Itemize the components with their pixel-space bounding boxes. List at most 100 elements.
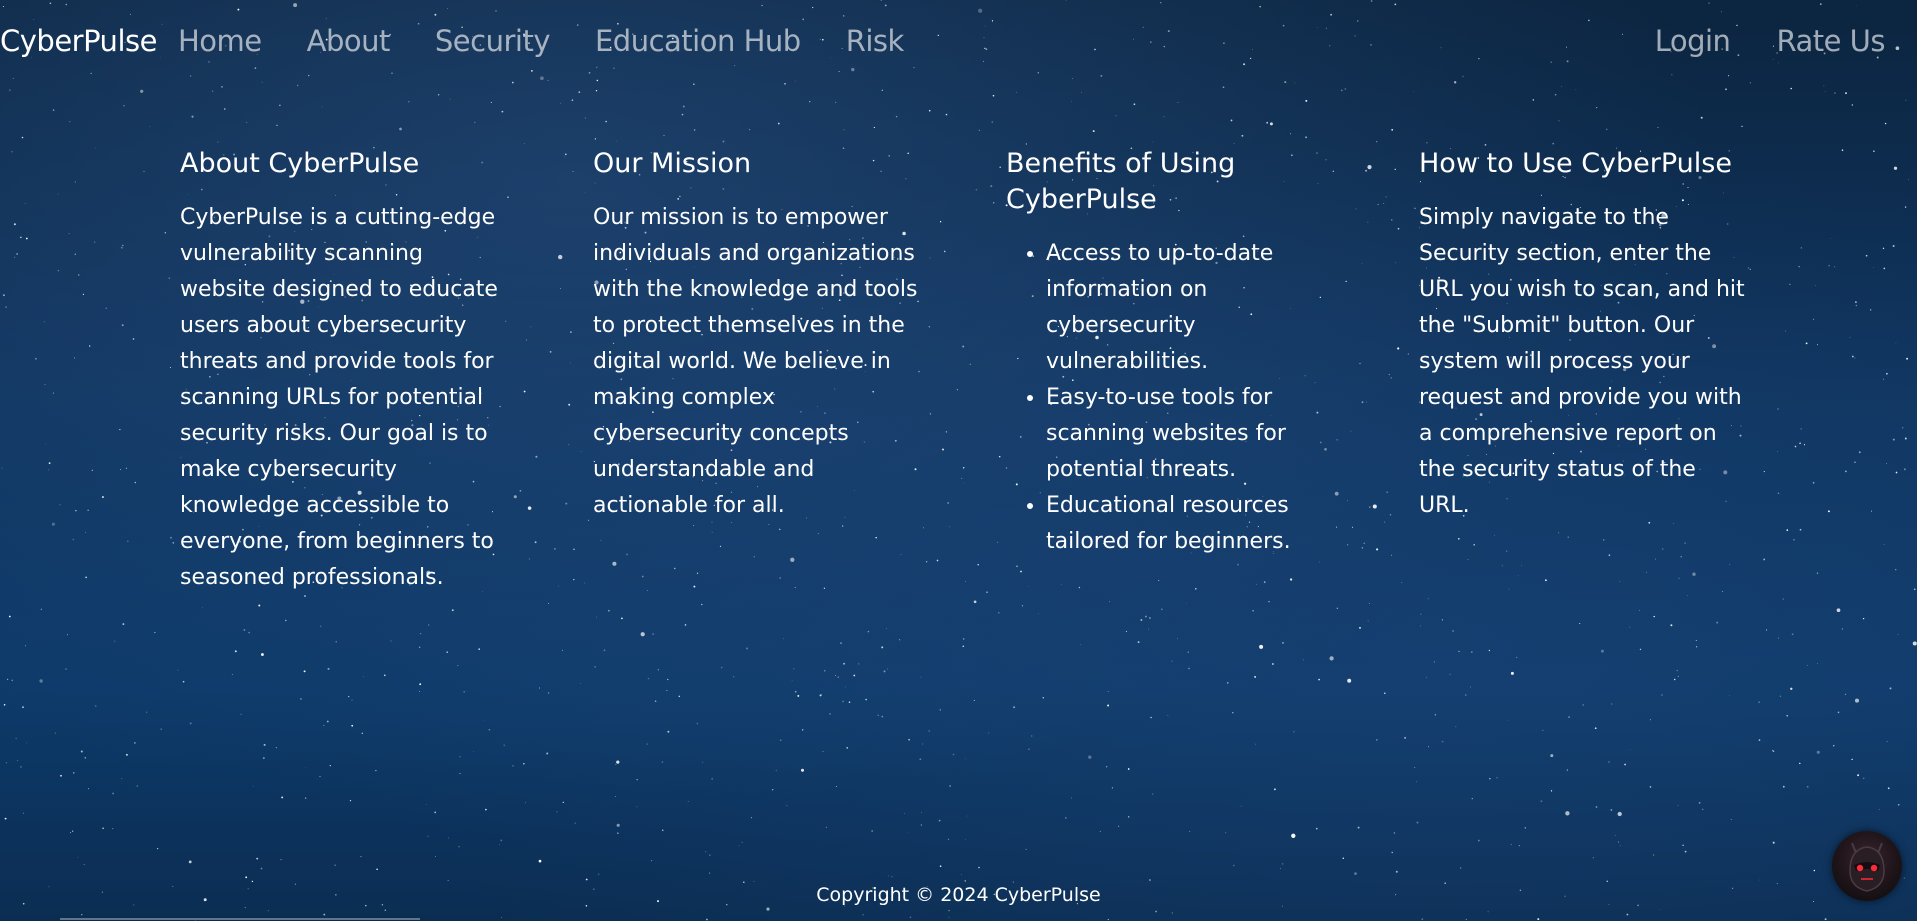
star [47, 469, 49, 471]
star [1786, 715, 1788, 717]
star [1359, 626, 1361, 629]
star [1471, 798, 1473, 800]
star [605, 120, 607, 123]
star [4, 817, 7, 820]
star [1908, 178, 1910, 180]
star [1140, 619, 1143, 621]
star [539, 687, 540, 689]
star [616, 140, 617, 142]
star [74, 181, 77, 183]
star [1489, 778, 1491, 780]
nav-link-login[interactable]: Login [1655, 24, 1731, 58]
star [1064, 817, 1067, 819]
star [938, 819, 941, 822]
star [746, 647, 749, 650]
star [35, 357, 37, 360]
star [1099, 831, 1101, 832]
star [939, 709, 941, 711]
nav-link-home[interactable]: Home [178, 24, 262, 58]
star [51, 522, 55, 526]
star [1730, 819, 1732, 820]
star [1782, 598, 1785, 600]
brand-logo-link[interactable]: CyberPulse [0, 24, 157, 58]
star [57, 193, 59, 195]
star [992, 94, 995, 97]
star [636, 806, 638, 808]
star [143, 170, 145, 172]
star [85, 532, 86, 533]
star [794, 690, 797, 693]
star [1614, 834, 1616, 836]
star [1465, 918, 1467, 920]
star [1510, 843, 1512, 846]
star [733, 676, 735, 678]
star [1404, 736, 1407, 739]
star [1725, 88, 1727, 91]
star [538, 859, 542, 863]
star [952, 753, 955, 756]
star [1626, 913, 1629, 916]
star [562, 801, 564, 803]
star [881, 646, 884, 649]
star [425, 803, 427, 805]
star [1071, 797, 1073, 799]
star [559, 102, 561, 104]
star [323, 725, 325, 726]
star [1883, 543, 1885, 545]
star [1582, 704, 1584, 706]
star [94, 705, 97, 707]
star [304, 797, 307, 799]
star [140, 89, 144, 93]
star [501, 917, 503, 919]
star [1870, 309, 1872, 311]
star [1698, 802, 1701, 804]
star [263, 743, 266, 746]
nav-link-about[interactable]: About [307, 24, 391, 58]
star [221, 86, 223, 88]
star [1510, 671, 1514, 675]
star [1152, 793, 1154, 795]
nav-link-education-hub[interactable]: Education Hub [595, 24, 801, 58]
star [1695, 639, 1697, 642]
star [1817, 663, 1818, 664]
star [1592, 857, 1594, 859]
star [73, 772, 75, 774]
star [256, 857, 259, 860]
star [1741, 125, 1743, 127]
benefit-item: Educational resources tailored for begin… [1046, 488, 1334, 560]
star [1336, 607, 1338, 609]
star [1021, 605, 1024, 607]
star [1832, 744, 1835, 747]
robot-avatar-icon[interactable] [1832, 831, 1902, 901]
star [146, 711, 148, 713]
star [843, 129, 845, 131]
star [1025, 143, 1028, 145]
star [1865, 254, 1868, 257]
star [280, 859, 282, 861]
star [1677, 804, 1679, 806]
star [965, 838, 966, 840]
star [303, 670, 306, 673]
nav-link-risk[interactable]: Risk [846, 24, 905, 58]
star [1477, 839, 1480, 842]
star [132, 338, 135, 340]
star [1137, 641, 1140, 644]
star [281, 796, 284, 799]
star [40, 608, 42, 610]
star [1854, 357, 1856, 359]
star [11, 150, 13, 153]
star [335, 641, 337, 643]
nav-link-rate-us[interactable]: Rate Us [1776, 24, 1885, 58]
star [1152, 141, 1154, 143]
star [77, 274, 80, 276]
star [1524, 827, 1526, 829]
star [1772, 841, 1775, 844]
star [1883, 267, 1886, 270]
star [947, 838, 950, 841]
star [1393, 832, 1396, 834]
star [1595, 806, 1598, 808]
nav-link-security[interactable]: Security [435, 24, 551, 58]
star [909, 916, 912, 919]
star [1793, 538, 1795, 541]
star [772, 789, 774, 791]
